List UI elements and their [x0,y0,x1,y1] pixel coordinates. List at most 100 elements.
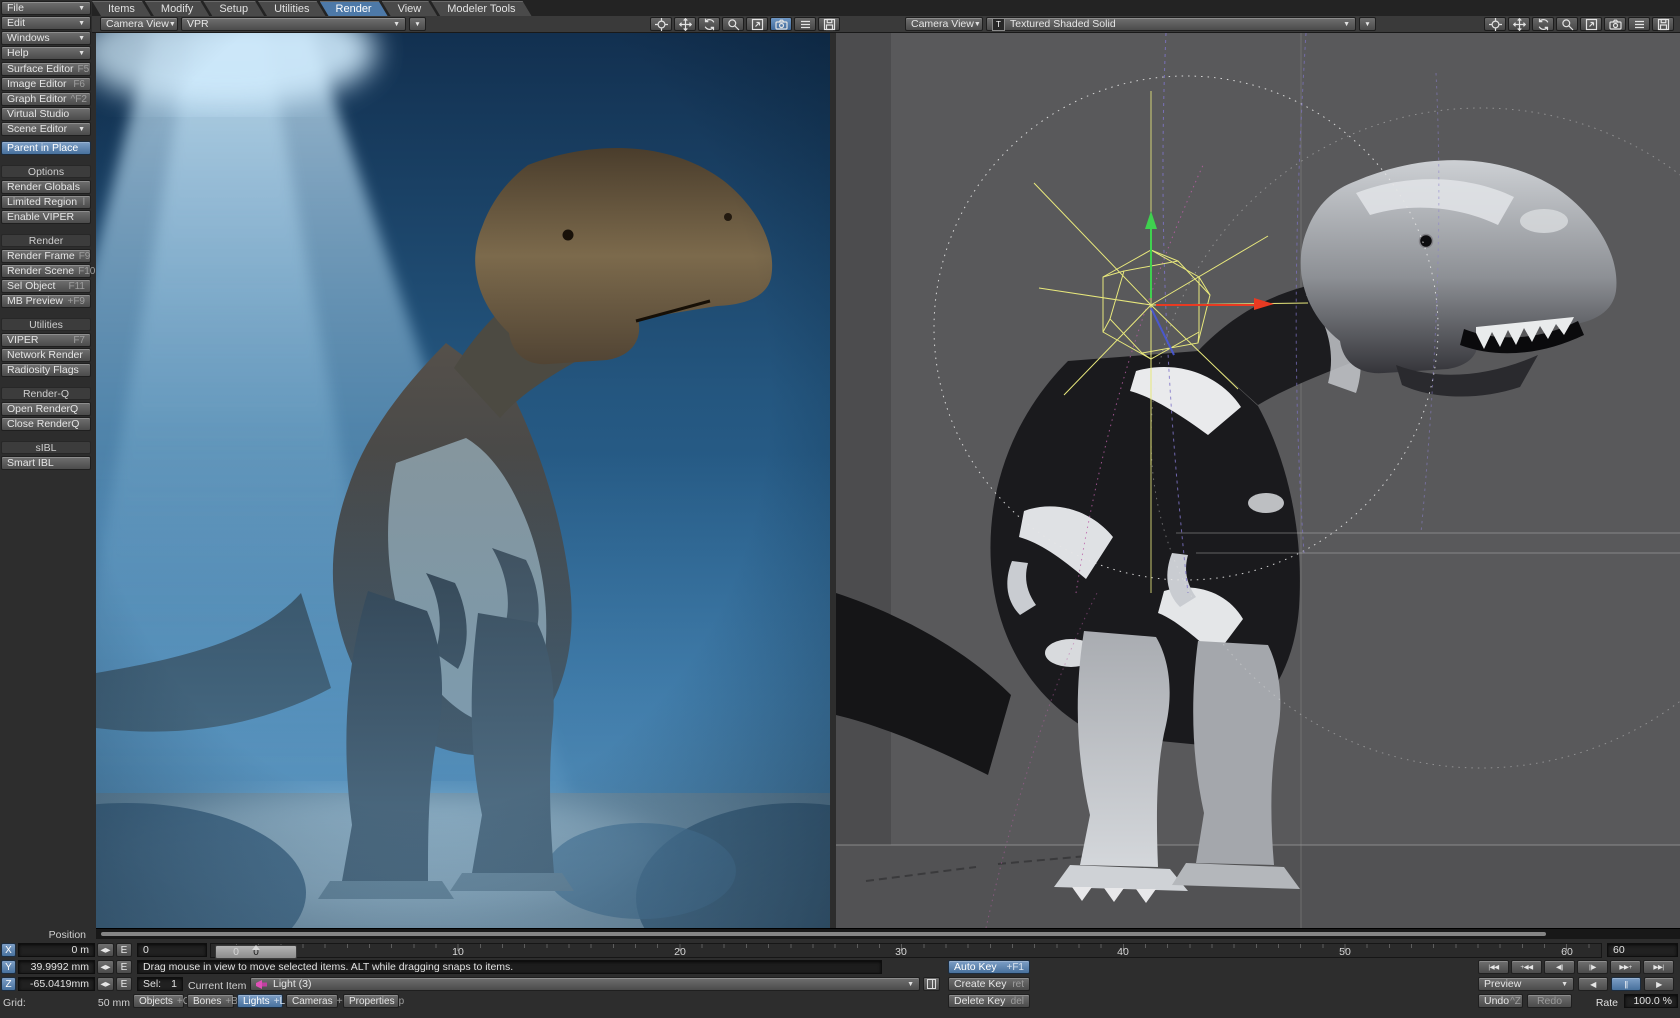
cameras-mode-button[interactable]: Cameras+C [286,994,338,1008]
axis-z-button[interactable]: Z [1,977,16,991]
right-pan-button[interactable] [1508,17,1530,31]
right-rotate-button[interactable] [1532,17,1554,31]
label: Camera View [106,18,169,30]
axis-x-button[interactable]: X [1,943,16,957]
enable-viper-button[interactable]: Enable VIPER [1,210,91,224]
tab-render[interactable]: Render [320,1,388,16]
x-value-slider[interactable]: ◀▶ [97,943,114,957]
smart-ibl-button[interactable]: Smart IBL [1,456,91,470]
render-scene-button[interactable]: Render SceneF10 [1,264,91,278]
tab-items[interactable]: Items [92,1,151,16]
current-item-dropdown[interactable]: Light (3) ▼ [250,977,920,991]
go-first-frame-button[interactable]: |◀◀ [1478,960,1509,974]
label: Bones [193,996,221,1007]
left-view-type-dropdown[interactable]: Camera View▼ [100,17,178,31]
viewport-vpr-render[interactable] [96,33,830,928]
create-key-button[interactable]: Create Keyret [948,977,1030,991]
light-item-icon [256,980,268,989]
tab-utilities[interactable]: Utilities [258,1,325,16]
viper-button[interactable]: VIPERF7 [1,333,91,347]
tick-40: 40 [1106,946,1140,958]
right-fit-button[interactable] [1580,17,1602,31]
bones-mode-button[interactable]: Bones+B [187,994,234,1008]
end-frame-field[interactable]: 60 [1607,943,1678,957]
prev-keyframe-button[interactable]: +◀◀ [1511,960,1542,974]
image-editor-button[interactable]: Image EditorF6 [1,77,91,91]
mb-preview-button[interactable]: MB Preview+F9 [1,294,91,308]
objects-mode-button[interactable]: Objects+O [133,994,184,1008]
label: Network Render [7,349,83,361]
render-globals-button[interactable]: Render Globals [1,180,91,194]
position-z-field[interactable]: -65.0419mm [18,977,95,991]
open-renderq-button[interactable]: Open RenderQ [1,402,91,416]
delete-key-button[interactable]: Delete Keydel [948,994,1030,1008]
virtual-studio-button[interactable]: Virtual Studio [1,107,91,121]
y-value-slider[interactable]: ◀▶ [97,960,114,974]
tab-modify[interactable]: Modify [145,1,209,16]
pause-button[interactable]: || [1611,977,1641,991]
left-viewport-options-dropdown[interactable]: ▼ [409,17,426,31]
menu-help[interactable]: Help▼ [1,46,91,60]
menu-windows[interactable]: Windows▼ [1,31,91,45]
left-camera-button[interactable] [770,17,792,31]
right-view-type-dropdown[interactable]: Camera View▼ [905,17,983,31]
go-last-frame-button[interactable]: ▶▶| [1643,960,1674,974]
close-renderq-button[interactable]: Close RenderQ [1,417,91,431]
left-fit-button[interactable] [746,17,768,31]
z-envelope-button[interactable]: E [116,977,132,991]
right-render-mode-dropdown[interactable]: T Textured Shaded Solid▼ [986,17,1356,31]
menu-file[interactable]: File▼ [1,1,91,15]
y-envelope-button[interactable]: E [116,960,132,974]
left-pan-button[interactable] [674,17,696,31]
z-value-slider[interactable]: ◀▶ [97,977,114,991]
prev-frame-button[interactable]: ◀|| [1544,960,1575,974]
left-save-view-button[interactable] [818,17,840,31]
play-forward-button[interactable]: ▶ [1644,977,1674,991]
surface-editor-button[interactable]: Surface EditorF5 [1,62,91,76]
render-frame-button[interactable]: Render FrameF9 [1,249,91,263]
rate-field[interactable]: 100.0 % [1624,994,1678,1008]
menu-edit[interactable]: Edit▼ [1,16,91,30]
chevron-down-icon: ▼ [78,50,85,57]
right-save-view-button[interactable] [1652,17,1674,31]
right-camera-button[interactable] [1604,17,1626,31]
left-center-item-button[interactable] [650,17,672,31]
right-center-item-button[interactable] [1484,17,1506,31]
item-properties-mini-button[interactable] [923,977,940,991]
tab-setup[interactable]: Setup [203,1,264,16]
left-rotate-button[interactable] [698,17,720,31]
play-reverse-button[interactable]: ◀ [1578,977,1608,991]
lights-mode-button[interactable]: Lights+L [237,994,283,1008]
left-list-button[interactable] [794,17,816,31]
undo-button[interactable]: Undo^Z [1478,994,1523,1008]
scene-editor-button[interactable]: Scene Editor▼ [1,122,91,136]
left-zoom-button[interactable] [722,17,744,31]
axis-y-button[interactable]: Y [1,960,16,974]
redo-button[interactable]: Redo [1527,994,1572,1008]
network-render-button[interactable]: Network Render [1,348,91,362]
position-y-field[interactable]: 39.9992 mm [18,960,95,974]
radiosity-flags-button[interactable]: Radiosity Flags [1,363,91,377]
graph-editor-button[interactable]: Graph Editor^F2 [1,92,91,106]
position-x-field[interactable]: 0 m [18,943,95,957]
viewport-scrollbar-thumb[interactable] [101,932,1546,936]
viewport-scrollbar-track[interactable] [96,928,1680,939]
right-list-button[interactable] [1628,17,1650,31]
preview-dropdown[interactable]: Preview▼ [1478,977,1574,991]
next-keyframe-button[interactable]: ▶▶+ [1610,960,1641,974]
sel-object-button[interactable]: Sel ObjectF11 [1,279,91,293]
left-render-mode-dropdown[interactable]: VPR▼ [181,17,406,31]
tab-view[interactable]: View [382,1,438,16]
limited-region-button[interactable]: Limited Regionl [1,195,91,209]
right-zoom-button[interactable] [1556,17,1578,31]
viewport-shaded-solid[interactable] [836,33,1680,928]
x-envelope-button[interactable]: E [116,943,132,957]
parent-in-place-button[interactable]: Parent in Place [1,141,91,155]
right-viewport-options-dropdown[interactable]: ▼ [1359,17,1376,31]
auto-key-button[interactable]: Auto Key+F1 [948,960,1030,974]
timeline-ruler[interactable]: 0 0 10 20 30 40 50 60 [210,943,1602,958]
properties-button[interactable]: Propertiesp [343,994,399,1008]
current-frame-field[interactable]: 0 [137,943,207,957]
tab-modeler-tools[interactable]: Modeler Tools [431,1,531,16]
next-frame-button[interactable]: ||▶ [1577,960,1608,974]
